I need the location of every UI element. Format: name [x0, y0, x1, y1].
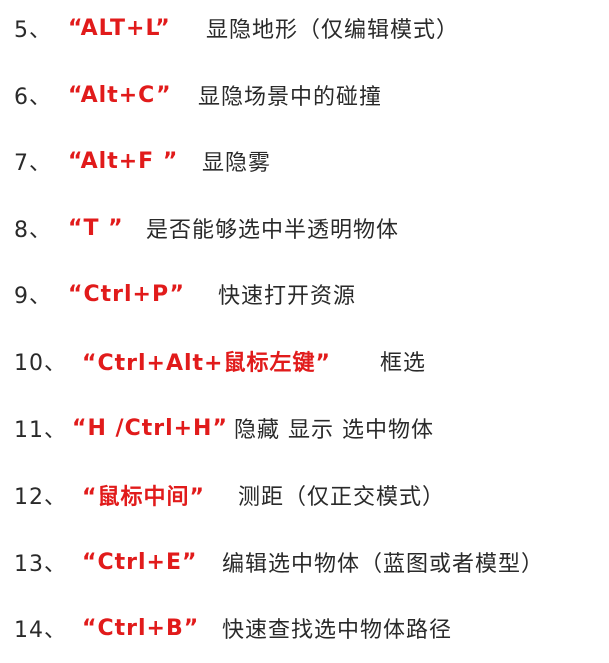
item-number: 8、 [14, 218, 52, 243]
shortcut-key: “ALT+L” [68, 15, 171, 41]
item-number: 10、 [14, 351, 67, 376]
shortcut-description: 隐藏 显示 选中物体 [234, 418, 434, 443]
item-number: 9、 [14, 284, 52, 309]
shortcut-key: “Ctrl+P” [68, 281, 185, 307]
shortcut-description: 显隐地形（仅编辑模式） [206, 18, 460, 43]
item-number: 5、 [14, 18, 52, 43]
shortcut-description: 测距（仅正交模式） [238, 485, 446, 510]
shortcut-list: 5、 “ALT+L” 显隐地形（仅编辑模式） 6、 “Alt+C” 显隐场景中的… [0, 0, 609, 663]
shortcut-key: “Alt+F ” [68, 148, 179, 174]
shortcut-description: 显隐场景中的碰撞 [198, 85, 383, 110]
shortcut-key: “T ” [68, 215, 124, 241]
shortcut-description: 显隐雾 [202, 151, 272, 176]
shortcut-description: 快速查找选中物体路径 [222, 618, 453, 643]
item-number: 11、 [14, 418, 67, 443]
item-number: 13、 [14, 552, 67, 577]
shortcut-key: “Ctrl+Alt+鼠标左键” [82, 351, 331, 376]
item-number: 12、 [14, 485, 67, 510]
shortcut-key: “鼠标中间” [82, 485, 205, 510]
shortcut-key: “Ctrl+B” [82, 615, 200, 641]
shortcut-key: “Ctrl+E” [82, 549, 198, 575]
shortcut-description: 快速打开资源 [218, 284, 357, 309]
shortcut-description: 是否能够选中半透明物体 [146, 218, 400, 243]
shortcut-key: “Alt+C” [68, 82, 172, 108]
shortcut-key: “H /Ctrl+H” [72, 415, 228, 441]
item-number: 6、 [14, 85, 52, 110]
shortcut-description: 框选 [380, 351, 427, 376]
shortcut-description: 编辑选中物体（蓝图或者模型） [222, 552, 545, 577]
item-number: 14、 [14, 618, 67, 643]
item-number: 7、 [14, 151, 52, 176]
